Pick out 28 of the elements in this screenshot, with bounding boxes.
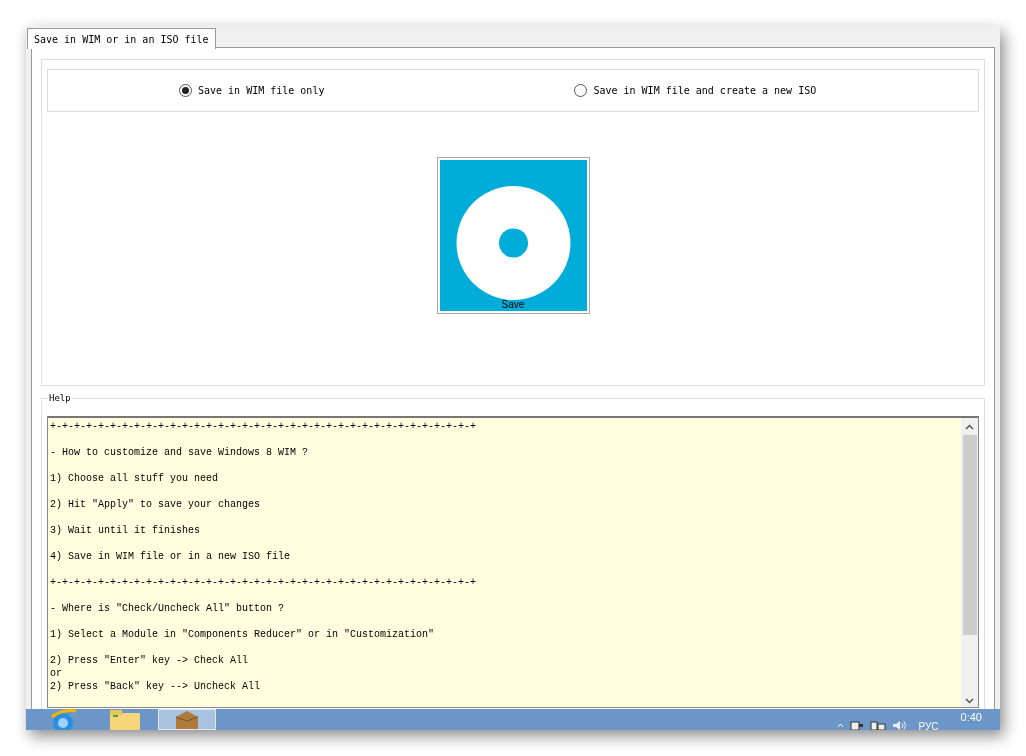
help-line: 4) Save in WIM file or in a new ISO file bbox=[50, 550, 292, 563]
tab[interactable]: Save in WIM or in an ISO file bbox=[27, 28, 216, 49]
radio-button[interactable]: Save in WIM file only bbox=[179, 83, 325, 98]
save-button[interactable]: Save bbox=[436, 157, 590, 314]
scroll-down-icon[interactable] bbox=[965, 698, 974, 704]
help-line: or bbox=[50, 667, 63, 680]
help-line: 2) Press "Back" key --> Uncheck All bbox=[50, 680, 262, 693]
taskbar-button[interactable] bbox=[158, 709, 216, 730]
group-title: Help bbox=[48, 392, 72, 404]
help-line: 3) Wait until it finishes bbox=[50, 524, 202, 537]
network-icon[interactable] bbox=[869, 721, 886, 730]
scroll-up-icon[interactable] bbox=[965, 424, 974, 430]
help-line: - Where is "Check/Uncheck All" button ? bbox=[50, 602, 286, 615]
help-line: 1) Select a Module in "Components Reducer" or in "Customization" bbox=[50, 628, 436, 641]
help-line: - How to customize and save Windows 8 WIM ? bbox=[50, 446, 310, 459]
help-line: 1) Choose all stuff you need bbox=[50, 472, 220, 485]
scrollbar[interactable] bbox=[961, 418, 978, 707]
radio-circle[interactable] bbox=[179, 84, 192, 97]
help-line: 2) Press "Enter" key -> Check All bbox=[50, 654, 250, 667]
help-line: +-+-+-+-+-+-+-+-+-+-+-+-+-+-+-+-+-+-+-+-+-+-+-+-+-+-+-+-+-+-+-+-+-+-+-+ bbox=[50, 576, 478, 589]
help-line: +-+-+-+-+-+-+-+-+-+-+-+-+-+-+-+-+-+-+-+-+-+-+-+-+-+-+-+-+-+-+-+-+-+-+-+ bbox=[50, 420, 478, 433]
scrollbar-thumb[interactable] bbox=[962, 435, 977, 635]
folder-icon bbox=[109, 709, 141, 730]
show-hidden-icons-icon[interactable] bbox=[836, 723, 844, 728]
help-line: 2) Hit "Apply" to save your changes bbox=[50, 498, 262, 511]
radio-button[interactable]: Save in WIM file and create a new ISO bbox=[574, 83, 817, 98]
volume-icon[interactable] bbox=[891, 721, 906, 730]
power-icon[interactable] bbox=[849, 721, 864, 730]
